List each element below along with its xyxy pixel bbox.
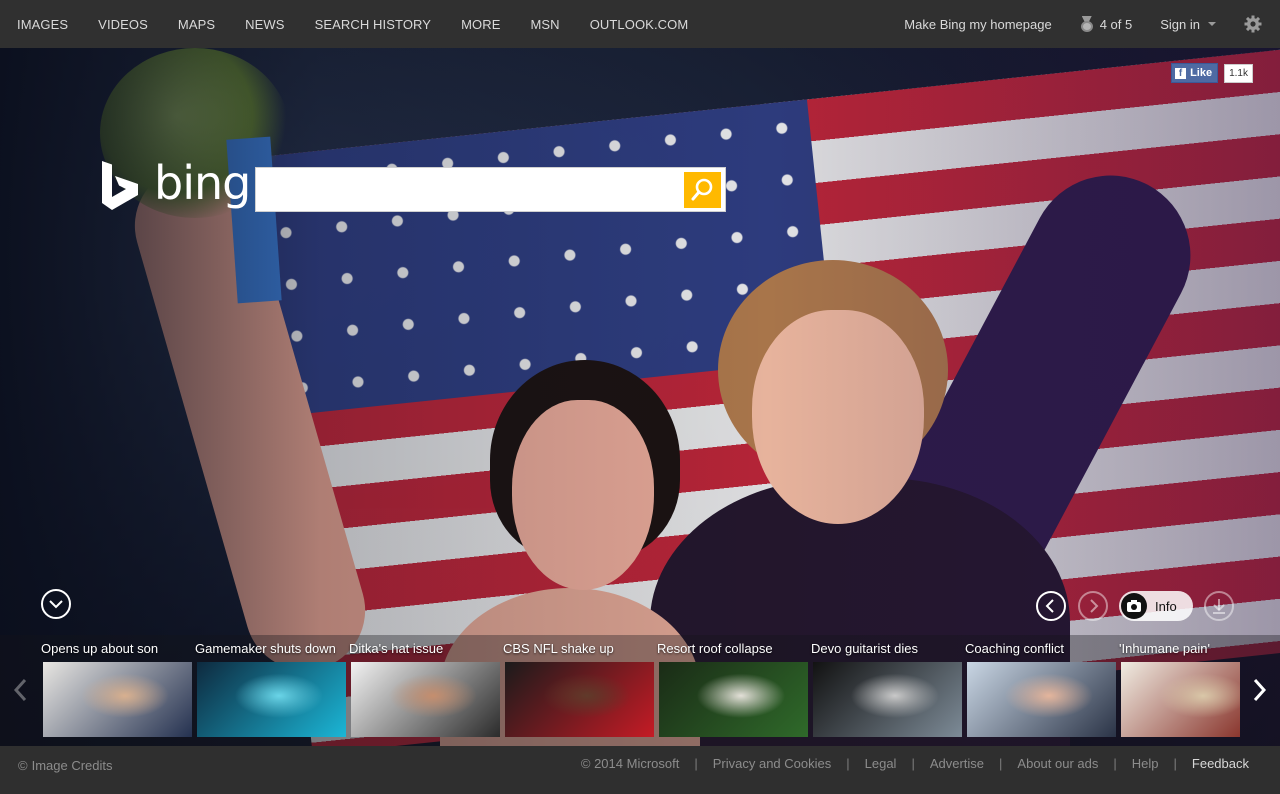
bing-homepage: IMAGES VIDEOS MAPS NEWS SEARCH HISTORY M… (0, 0, 1280, 794)
legal-link[interactable]: Legal (865, 756, 897, 771)
news-thumbnail (197, 662, 346, 737)
arrow-left-icon (13, 678, 27, 702)
bing-logo[interactable]: bing (100, 156, 251, 211)
nav-images[interactable]: IMAGES (17, 17, 68, 32)
news-caption: Ditka's hat issue (349, 641, 444, 656)
chevron-down-icon (49, 600, 63, 609)
nav-right: Make Bing my homepage 4 of 5 Sign in (876, 0, 1262, 48)
news-caption: 'Inhumane pain' (1119, 641, 1210, 656)
arrow-right-icon (1253, 678, 1267, 702)
nav-news[interactable]: NEWS (245, 17, 284, 32)
footer-links: © 2014 Microsoft | Privacy and Cookies |… (580, 756, 1249, 771)
nav-search-history[interactable]: SEARCH HISTORY (315, 17, 432, 32)
nav-links: IMAGES VIDEOS MAPS NEWS SEARCH HISTORY M… (17, 0, 718, 48)
scroll-down-button[interactable] (41, 589, 71, 619)
advertise-link[interactable]: Advertise (930, 756, 984, 771)
news-thumbnail (659, 662, 808, 737)
nav-msn[interactable]: MSN (530, 17, 559, 32)
top-nav-bar: IMAGES VIDEOS MAPS NEWS SEARCH HISTORY M… (0, 0, 1280, 48)
nav-outlook[interactable]: OUTLOOK.COM (590, 17, 689, 32)
footer: © Image Credits © 2014 Microsoft | Priva… (0, 746, 1280, 794)
news-thumbnail (813, 662, 962, 737)
privacy-link[interactable]: Privacy and Cookies (713, 756, 832, 771)
help-link[interactable]: Help (1132, 756, 1159, 771)
copyright-icon: © (18, 758, 28, 773)
news-next-button[interactable] (1250, 675, 1270, 710)
news-caption: Coaching conflict (965, 641, 1064, 656)
news-tile[interactable]: Devo guitarist dies (810, 635, 962, 746)
arrow-left-icon (1045, 599, 1054, 613)
news-caption: Opens up about son (41, 641, 159, 656)
news-tile[interactable]: Resort roof collapse (656, 635, 808, 746)
news-tile[interactable]: Coaching conflict (964, 635, 1116, 746)
sign-in-label: Sign in (1160, 16, 1200, 32)
news-tile[interactable]: Opens up about son (40, 635, 192, 746)
news-thumbnail (505, 662, 654, 737)
news-thumbnail (1121, 662, 1240, 737)
facebook-like-label: Like (1190, 67, 1213, 79)
nav-videos[interactable]: VIDEOS (98, 17, 148, 32)
camera-icon (1121, 593, 1147, 619)
search-input[interactable] (264, 174, 674, 206)
news-thumbnail (43, 662, 192, 737)
nav-more[interactable]: MORE (461, 17, 500, 32)
gear-icon[interactable] (1244, 15, 1262, 33)
news-caption: CBS NFL shake up (503, 641, 614, 656)
facebook-like-widget: f Like 1.1k (1171, 63, 1253, 83)
feedback-link[interactable]: Feedback (1192, 756, 1249, 771)
image-credits-label: Image Credits (31, 758, 113, 773)
copyright-text: © 2014 Microsoft (580, 756, 680, 771)
nav-maps[interactable]: MAPS (178, 17, 215, 32)
facebook-like-button[interactable]: f Like (1171, 63, 1219, 83)
news-caption: Devo guitarist dies (811, 641, 918, 656)
news-thumbnail (967, 662, 1116, 737)
rewards-count: 4 of 5 (1099, 16, 1133, 32)
next-image-button[interactable] (1078, 591, 1108, 621)
facebook-icon: f (1175, 67, 1187, 79)
news-tile[interactable]: Ditka's hat issue (348, 635, 500, 746)
news-tiles: Opens up about son Gamemaker shuts down Di… (40, 635, 1240, 746)
bing-logo-text: bing (154, 156, 251, 210)
info-label: Info (1155, 598, 1177, 614)
news-prev-button[interactable] (10, 675, 30, 710)
image-credits-link[interactable]: © Image Credits (18, 758, 113, 773)
make-homepage-link[interactable]: Make Bing my homepage (904, 17, 1051, 32)
bing-logo-icon (102, 161, 138, 210)
news-tile[interactable]: 'Inhumane pain' (1118, 635, 1240, 746)
arrow-right-icon (1090, 599, 1099, 613)
news-thumbnail (351, 662, 500, 737)
about-ads-link[interactable]: About our ads (1017, 756, 1098, 771)
search-button[interactable] (684, 172, 721, 208)
hero-background-image: f Like 1.1k bing Info Opens up about son… (0, 48, 1280, 746)
download-button[interactable] (1204, 591, 1234, 621)
facebook-like-count: 1.1k (1224, 63, 1253, 83)
news-carousel: Opens up about son Gamemaker shuts down Di… (0, 635, 1280, 746)
download-icon (1213, 599, 1225, 614)
news-tile[interactable]: Gamemaker shuts down (194, 635, 346, 746)
rewards-button[interactable]: 4 of 5 (1080, 16, 1133, 32)
news-caption: Gamemaker shuts down (195, 641, 336, 656)
chevron-down-icon (1208, 22, 1216, 26)
news-caption: Resort roof collapse (657, 641, 773, 656)
search-box (255, 167, 726, 212)
rewards-medal-icon (1080, 16, 1094, 32)
news-tile[interactable]: CBS NFL shake up (502, 635, 654, 746)
search-icon (691, 178, 713, 201)
previous-image-button[interactable] (1036, 591, 1066, 621)
image-info-button[interactable]: Info (1119, 591, 1193, 621)
sign-in-button[interactable]: Sign in (1160, 17, 1216, 32)
